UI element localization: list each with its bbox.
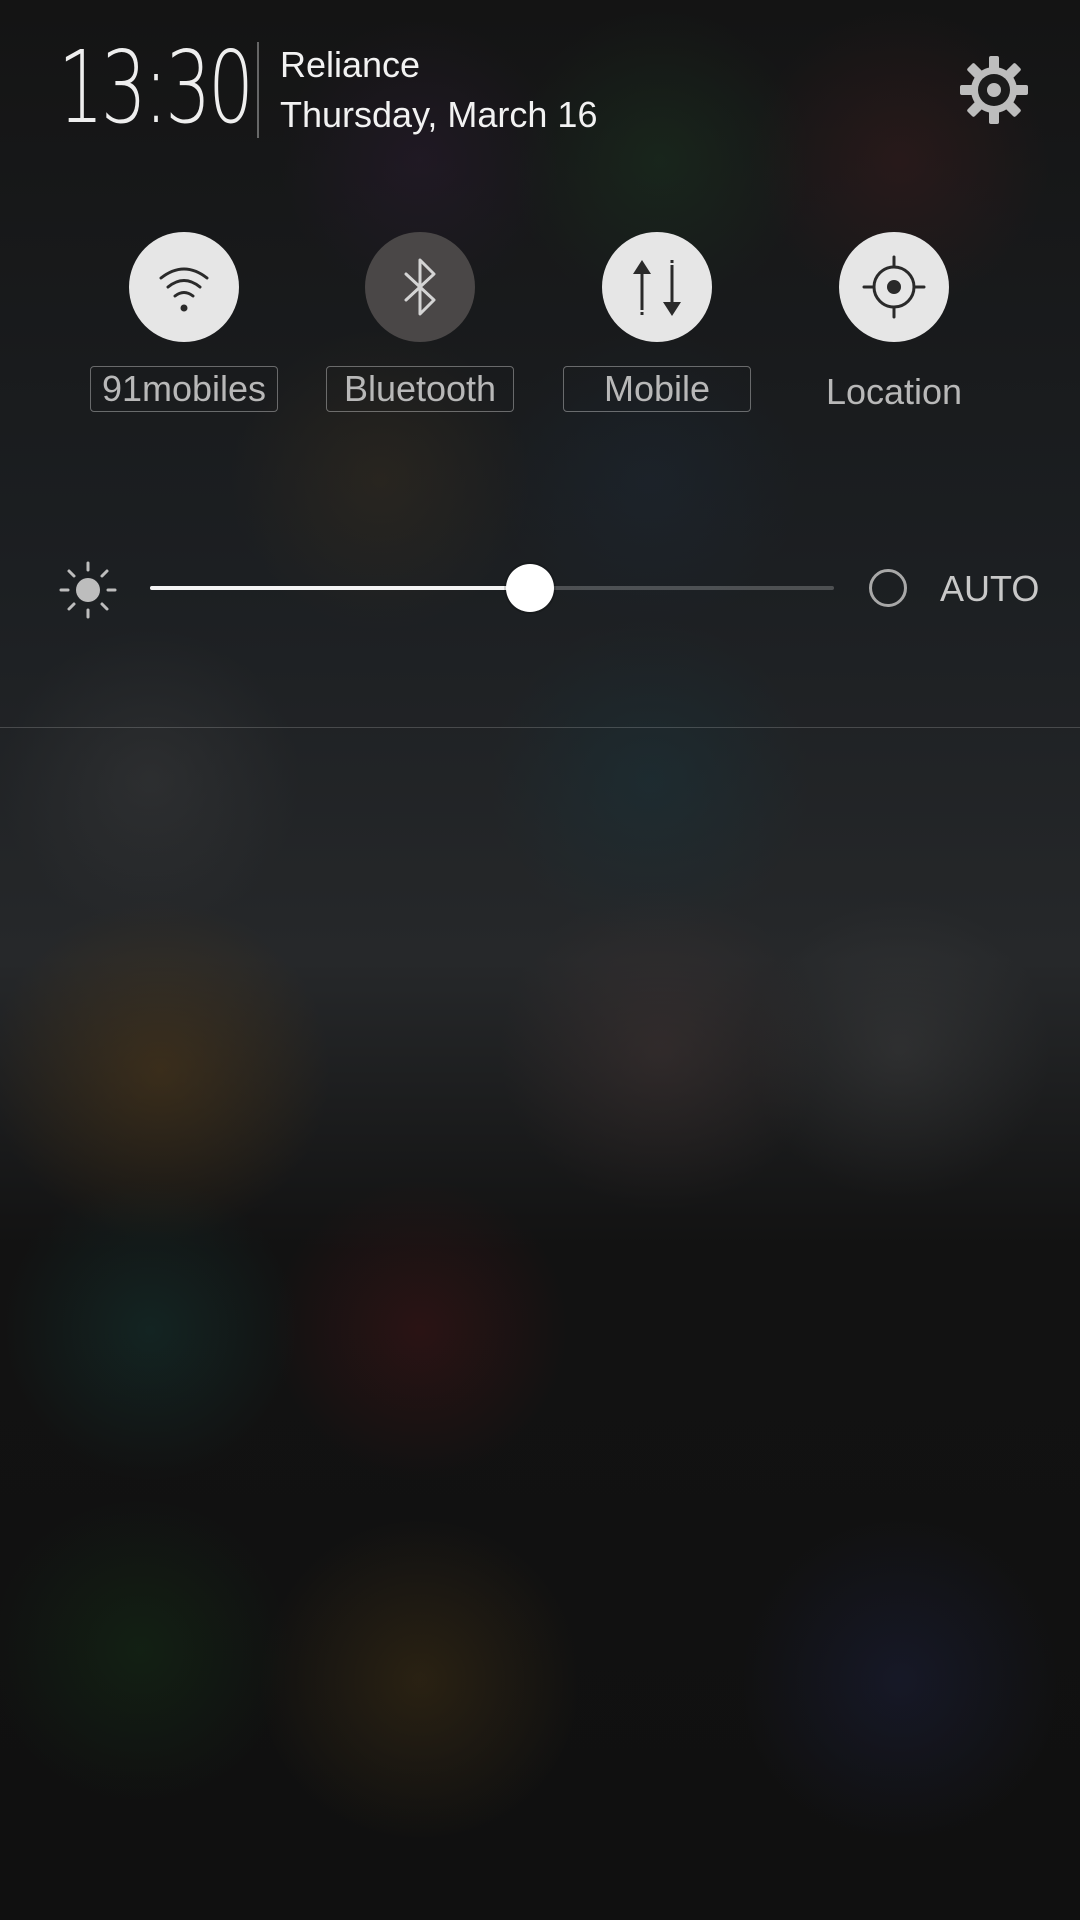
header-divider xyxy=(257,42,259,138)
brightness-slider-fill xyxy=(150,586,530,590)
bluetooth-toggle-button[interactable] xyxy=(365,232,475,342)
wifi-toggle-button[interactable] xyxy=(129,232,239,342)
gear-icon[interactable] xyxy=(958,54,1030,126)
notification-shade: 13:30 Reliance Thursday, March 16 91mobi… xyxy=(0,0,1080,1920)
mobile-data-label[interactable]: Mobile xyxy=(563,366,751,412)
location-toggle-button[interactable] xyxy=(839,232,949,342)
auto-brightness-radio[interactable] xyxy=(869,569,907,607)
carrier-name: Reliance xyxy=(280,44,421,85)
brightness-sun-icon xyxy=(58,560,118,620)
mobile-data-toggle-button[interactable] xyxy=(602,232,712,342)
toggle-location[interactable]: Location xyxy=(794,232,994,432)
location-label[interactable]: Location xyxy=(800,370,988,416)
toggle-mobile-data[interactable]: Mobile xyxy=(557,232,757,432)
wifi-icon xyxy=(159,267,209,312)
wifi-network-label[interactable]: 91mobiles xyxy=(90,366,278,412)
date: Thursday, March 16 xyxy=(280,94,598,135)
bluetooth-icon xyxy=(404,258,436,316)
brightness-slider[interactable] xyxy=(150,564,834,612)
panel-divider xyxy=(0,727,1080,728)
location-icon xyxy=(862,255,926,319)
toggle-bluetooth[interactable]: Bluetooth xyxy=(320,232,520,432)
brightness-slider-thumb[interactable] xyxy=(505,564,554,612)
bluetooth-label[interactable]: Bluetooth xyxy=(326,366,514,412)
auto-brightness-label[interactable]: AUTO xyxy=(940,568,1039,610)
toggle-wifi[interactable]: 91mobiles xyxy=(84,232,284,432)
clock: 13:30 xyxy=(58,29,254,146)
mobile-data-icon xyxy=(633,260,681,316)
